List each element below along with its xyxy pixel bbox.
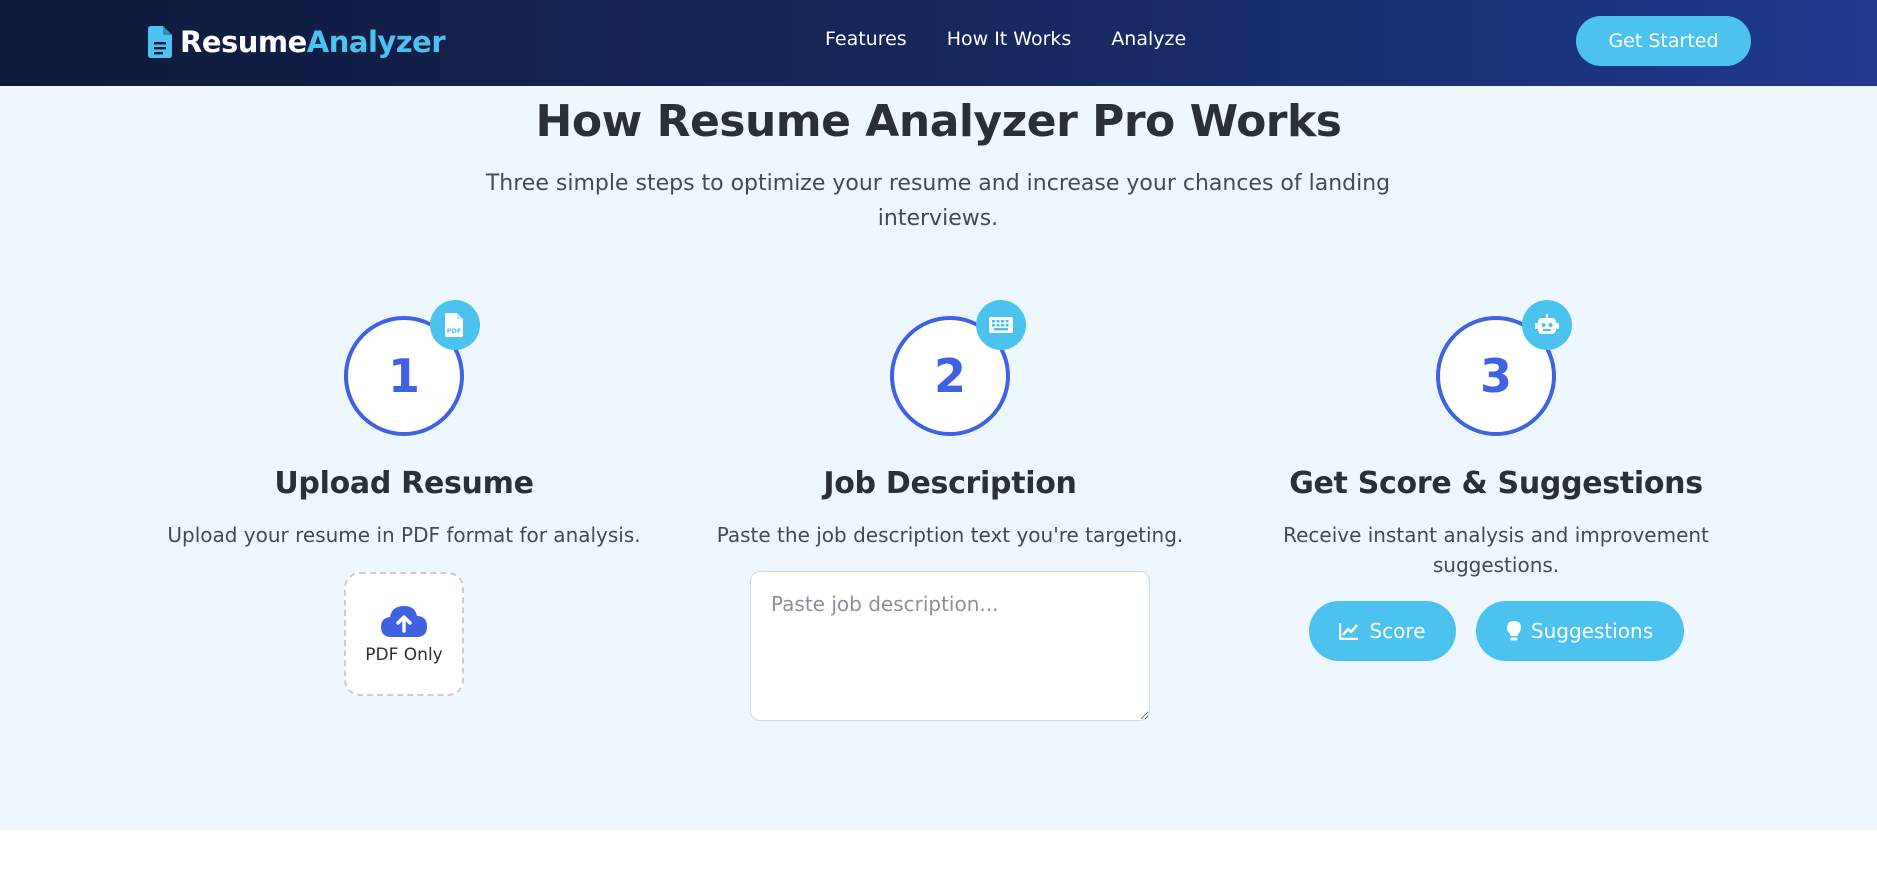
chart-line-icon: [1339, 623, 1359, 640]
cloud-upload-icon: [381, 606, 427, 637]
nav-link-analyze[interactable]: Analyze: [1111, 28, 1186, 50]
step-description: Receive instant analysis and improvement…: [1283, 523, 1709, 577]
keyboard-icon: [976, 300, 1026, 350]
suggestions-button[interactable]: Suggestions: [1476, 601, 1684, 661]
step-title: Job Description: [823, 466, 1077, 501]
navbar: ResumeAnalyzer Features How It Works Ana…: [0, 0, 1877, 86]
nav-link-how-it-works[interactable]: How It Works: [947, 28, 1072, 50]
lightbulb-icon: [1506, 621, 1521, 641]
robot-icon: [1522, 300, 1572, 350]
suggestions-button-label: Suggestions: [1530, 619, 1654, 643]
svg-text:PDF: PDF: [447, 327, 462, 335]
step-score-suggestions: 3 Get Score & Suggestions Receive instan…: [1236, 86, 1756, 830]
nav-links: Features How It Works Analyze: [825, 28, 1226, 50]
how-it-works-section: How Resume Analyzer Pro Works Three simp…: [0, 86, 1877, 830]
document-icon: [148, 26, 172, 58]
step-description: Upload your resume in PDF format for ana…: [167, 523, 641, 547]
logo-text: ResumeAnalyzer: [180, 25, 446, 59]
step-description: Paste the job description text you're ta…: [716, 523, 1184, 547]
job-description-textarea[interactable]: [750, 571, 1150, 721]
step-title: Get Score & Suggestions: [1289, 466, 1703, 501]
logo-text-part1: Resume: [180, 25, 307, 59]
resume-upload-dropzone[interactable]: PDF Only: [344, 572, 464, 696]
logo-text-part2: Analyzer: [306, 25, 446, 59]
pdf-file-icon: PDF: [430, 300, 480, 350]
step-upload-resume: 1 PDF Upload Resume Upload your resume i…: [144, 86, 664, 830]
nav-link-features[interactable]: Features: [825, 28, 907, 50]
score-button[interactable]: Score: [1309, 601, 1456, 661]
score-button-label: Score: [1369, 619, 1426, 643]
logo[interactable]: ResumeAnalyzer: [148, 22, 446, 62]
step-title: Upload Resume: [274, 466, 534, 501]
get-started-button[interactable]: Get Started: [1576, 16, 1751, 66]
step-job-description: 2 Job Description Paste the job descript…: [690, 86, 1210, 830]
upload-label: PDF Only: [365, 645, 443, 665]
